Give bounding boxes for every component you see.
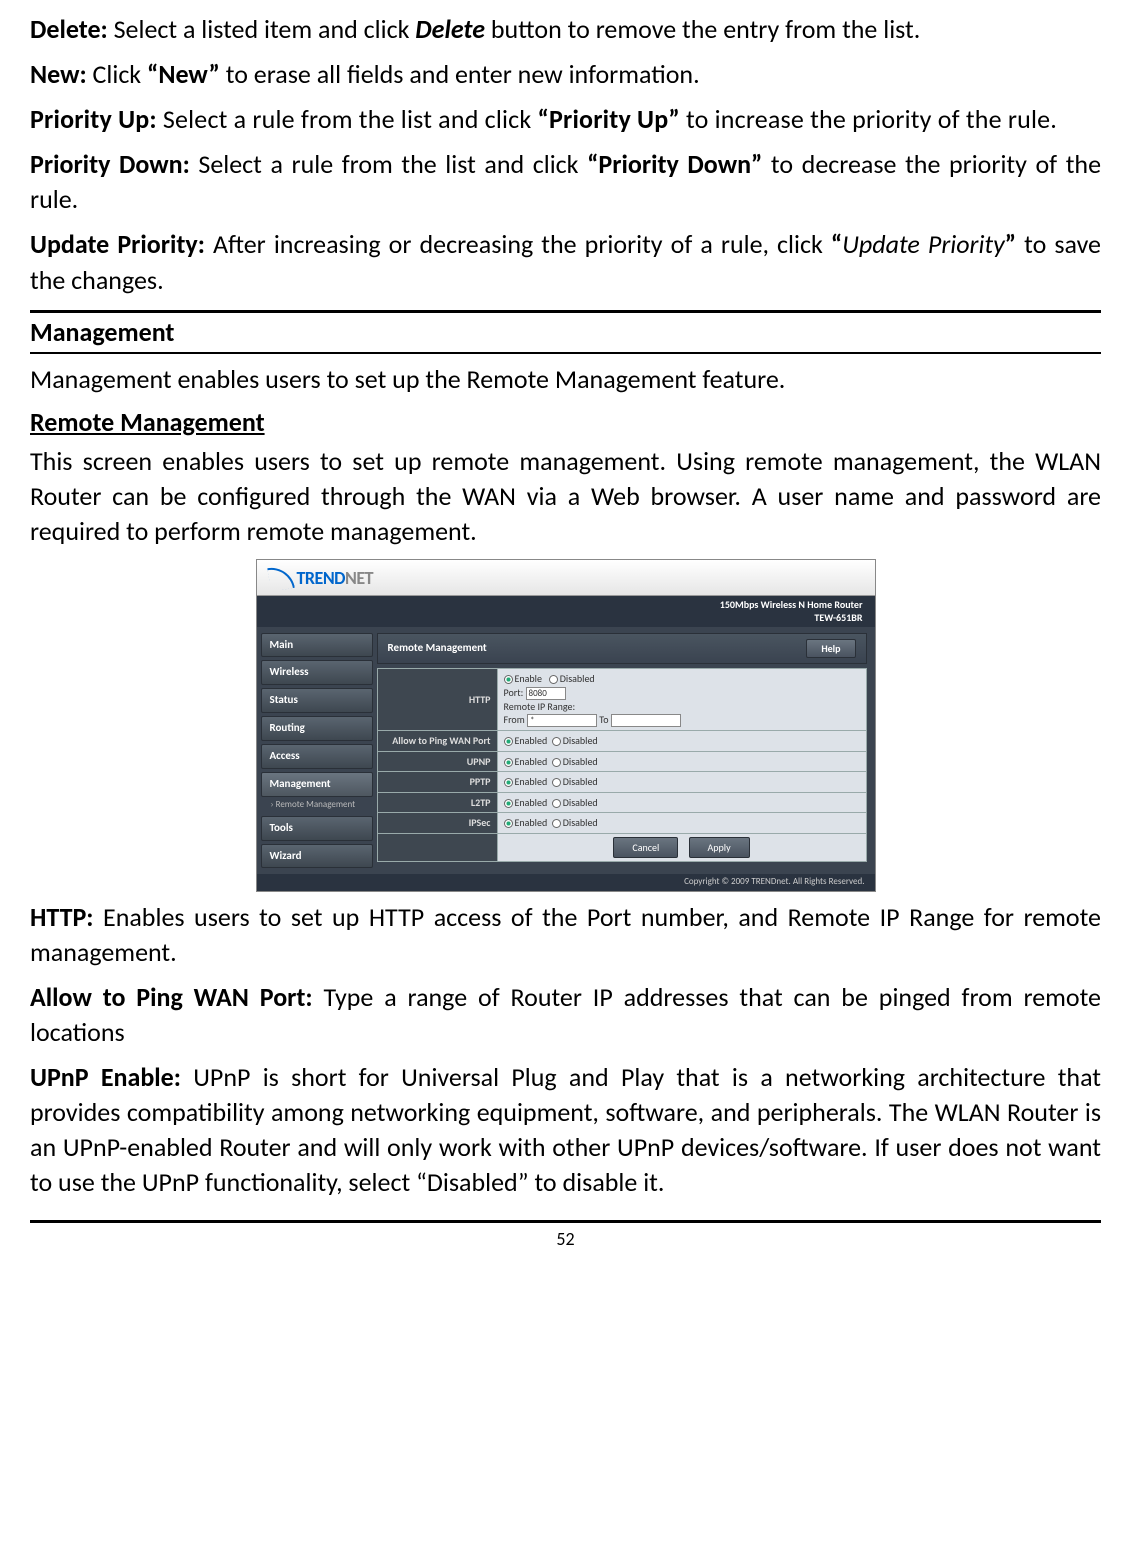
remote-management-desc: This screen enables users to set up remo… [30,444,1101,549]
def-delete: Delete: Select a listed item and click D… [30,12,1101,47]
model-bar: 150Mbps Wireless N Home Router TEW-651BR [257,596,875,627]
nav-wizard[interactable]: Wizard [261,844,373,869]
nav-wireless[interactable]: Wireless [261,660,373,685]
l2tp-enabled-radio[interactable] [504,799,513,808]
label: Update Priority: [30,228,205,260]
row-http-label: HTTP [377,669,497,731]
ipsec-enabled-radio[interactable] [504,819,513,828]
router-header: TRENDNET [257,560,875,595]
l2tp-disabled-radio[interactable] [552,799,561,808]
panel-title: Remote Management Help [377,633,867,665]
router-copyright: Copyright © 2009 TRENDnet. All Rights Re… [257,874,875,890]
http-port-input[interactable]: 8080 [526,687,566,700]
page-number: 52 [30,1220,1101,1251]
management-intro: Management enables users to set up the R… [30,362,1101,397]
apply-button[interactable]: Apply [689,837,750,859]
pptp-enabled-radio[interactable] [504,778,513,787]
nav-access[interactable]: Access [261,744,373,769]
nav-tools[interactable]: Tools [261,816,373,841]
router-sidebar: Main Wireless Status Routing Access Mana… [257,627,377,875]
label: Allow to Ping WAN Port: [30,981,313,1013]
def-priority-down: Priority Down: Select a rule from the li… [30,147,1101,217]
subheading-remote-management: Remote Management [30,405,1101,440]
label: Priority Up: [30,103,157,135]
label: UPnP Enable: [30,1061,181,1093]
nav-sub-remote-management[interactable]: › Remote Management [261,799,373,811]
cancel-button[interactable]: Cancel [613,837,678,859]
nav-main[interactable]: Main [261,633,373,658]
logo-arc-icon [267,564,295,592]
pptp-disabled-radio[interactable] [552,778,561,787]
ping-enabled-radio[interactable] [504,737,513,746]
def-upnp: UPnP Enable: UPnP is short for Universal… [30,1060,1101,1200]
upnp-enabled-radio[interactable] [504,758,513,767]
router-screenshot: TRENDNET 150Mbps Wireless N Home Router … [30,559,1101,891]
label: New: [30,58,87,90]
nav-routing[interactable]: Routing [261,716,373,741]
nav-status[interactable]: Status [261,688,373,713]
http-enable-radio[interactable] [504,675,513,684]
label: Delete: [30,13,108,45]
def-new: New: Click “New” to erase all fields and… [30,57,1101,92]
ip-from-input[interactable]: * [527,714,597,727]
row-upnp-label: UPNP [377,751,497,772]
row-l2tp-label: L2TP [377,792,497,813]
ip-to-input[interactable] [611,714,681,727]
section-heading-management: Management [30,310,1101,354]
row-pptp-label: PPTP [377,772,497,793]
def-priority-up: Priority Up: Select a rule from the list… [30,102,1101,137]
http-disabled-radio[interactable] [549,675,558,684]
nav-management[interactable]: Management [261,772,373,797]
upnp-disabled-radio[interactable] [552,758,561,767]
ping-disabled-radio[interactable] [552,737,561,746]
label: HTTP: [30,901,93,933]
router-main-panel: Remote Management Help HTTP Enable Disab… [377,627,875,875]
label: Priority Down: [30,148,190,180]
row-ping-label: Allow to Ping WAN Port [377,731,497,752]
trendnet-logo: TRENDNET [269,566,374,590]
help-button[interactable]: Help [806,639,855,659]
def-update-priority: Update Priority: After increasing or dec… [30,227,1101,297]
def-ping: Allow to Ping WAN Port: Type a range of … [30,980,1101,1050]
def-http: HTTP: Enables users to set up HTTP acces… [30,900,1101,970]
row-ipsec-label: IPSec [377,813,497,834]
ipsec-disabled-radio[interactable] [552,819,561,828]
